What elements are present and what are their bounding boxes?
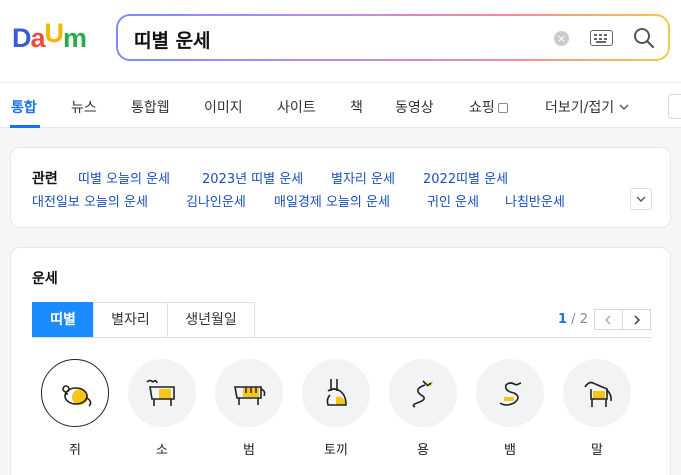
zodiac-label: 범: [243, 443, 255, 458]
external-link-icon: [497, 103, 508, 113]
related-link[interactable]: 별자리 운세: [331, 168, 395, 187]
zodiac-circle: [41, 359, 109, 427]
related-searches-card: 관련 띠별 오늘의 운세 2023년 띠별 운세 별자리 운세 2022띠별 운…: [10, 147, 671, 228]
segment-zodiac-animal[interactable]: 띠별: [32, 302, 94, 338]
clear-icon[interactable]: ×: [554, 31, 569, 46]
zodiac-snake[interactable]: 뱀: [476, 359, 544, 458]
tab-shopping-label: 쇼핑: [469, 100, 495, 116]
tiger-icon: [234, 386, 266, 405]
segment-divider: [32, 337, 652, 338]
tab-images[interactable]: 이미지: [204, 97, 243, 117]
zodiac-circle: [476, 359, 544, 427]
related-link[interactable]: 귀인 운세: [427, 191, 479, 210]
pager-current: 1: [558, 312, 568, 327]
zodiac-label: 뱀: [504, 443, 516, 458]
logo-letter-m: m: [63, 23, 87, 53]
search-box: 띠별 운세 ×: [116, 14, 670, 61]
zodiac-circle: [302, 359, 370, 427]
chevron-right-icon: [634, 315, 640, 325]
related-title: 관련: [32, 171, 58, 187]
chevron-down-icon: [636, 196, 646, 202]
dragon-icon: [412, 379, 433, 408]
search-input[interactable]: 띠별 운세: [134, 26, 211, 53]
fortune-title: 운세: [32, 271, 58, 287]
zodiac-circle: [389, 359, 457, 427]
next-page-button[interactable]: [622, 309, 651, 330]
related-link[interactable]: 김나인운세: [186, 191, 246, 210]
chevron-down-icon: [619, 104, 629, 110]
daum-logo[interactable]: D a U m: [12, 18, 87, 53]
horse-icon: [584, 381, 612, 407]
ox-icon: [146, 379, 175, 406]
related-link[interactable]: 2023년 띠별 운세: [202, 168, 303, 187]
pager: 1 / 2: [558, 312, 588, 327]
zodiac-label: 쥐: [69, 443, 81, 458]
logo-letter-a: a: [30, 23, 46, 53]
zodiac-circle: [563, 359, 631, 427]
header: D a U m 띠별 운세 ×: [0, 0, 681, 82]
tab-shopping[interactable]: 쇼핑: [469, 97, 508, 117]
zodiac-rat[interactable]: 쥐: [41, 359, 109, 458]
zodiac-label: 용: [417, 443, 429, 458]
active-tab-underline: [10, 125, 40, 128]
zodiac-label: 소: [156, 443, 168, 458]
tab-sites[interactable]: 사이트: [277, 97, 316, 117]
keyboard-icon[interactable]: [590, 30, 613, 46]
zodiac-tiger[interactable]: 범: [215, 359, 283, 458]
tab-books[interactable]: 책: [350, 97, 363, 117]
zodiac-label: 말: [591, 443, 603, 458]
segment-constellation[interactable]: 별자리: [93, 302, 168, 338]
related-link[interactable]: 대전일보 오늘의 운세: [32, 191, 148, 210]
tab-web[interactable]: 통합웹: [131, 97, 170, 117]
zodiac-circle: [128, 359, 196, 427]
chevron-left-icon: [605, 315, 611, 325]
zodiac-label: 토끼: [324, 443, 348, 458]
segment-birthdate[interactable]: 생년월일: [167, 302, 255, 338]
fortune-card: 운세 띠별 별자리 생년월일 1 / 2 쥐 소 범 토끼 용 뱀 말: [10, 247, 671, 475]
logo-letter-d: D: [12, 23, 31, 53]
rabbit-icon: [326, 379, 347, 406]
zodiac-rabbit[interactable]: 토끼: [302, 359, 370, 458]
pager-total: 2: [579, 312, 588, 327]
expand-button[interactable]: [630, 188, 652, 210]
related-link[interactable]: 나침반운세: [505, 191, 565, 210]
tab-edge-button[interactable]: [668, 94, 681, 119]
related-link[interactable]: 매일경제 오늘의 운세: [274, 191, 390, 210]
snake-icon: [499, 382, 522, 406]
tab-more-label: 더보기/접기: [545, 100, 615, 116]
tab-news[interactable]: 뉴스: [71, 97, 97, 117]
logo-letter-u: U: [44, 18, 64, 48]
zodiac-dragon[interactable]: 용: [389, 359, 457, 458]
zodiac-circle: [215, 359, 283, 427]
prev-page-button[interactable]: [594, 309, 623, 330]
tab-integrated[interactable]: 통합: [11, 97, 37, 117]
zodiac-ox[interactable]: 소: [128, 359, 196, 458]
tab-videos[interactable]: 동영상: [395, 97, 434, 117]
related-link[interactable]: 띠별 오늘의 운세: [78, 168, 170, 187]
related-link[interactable]: 2022띠별 운세: [423, 168, 508, 187]
search-tabs: 통합 뉴스 통합웹 이미지 사이트 책 동영상 쇼핑 더보기/접기: [0, 82, 681, 128]
rat-icon: [62, 385, 92, 407]
search-icon[interactable]: [632, 26, 656, 50]
zodiac-horse[interactable]: 말: [563, 359, 631, 458]
tab-more[interactable]: 더보기/접기: [545, 97, 629, 117]
